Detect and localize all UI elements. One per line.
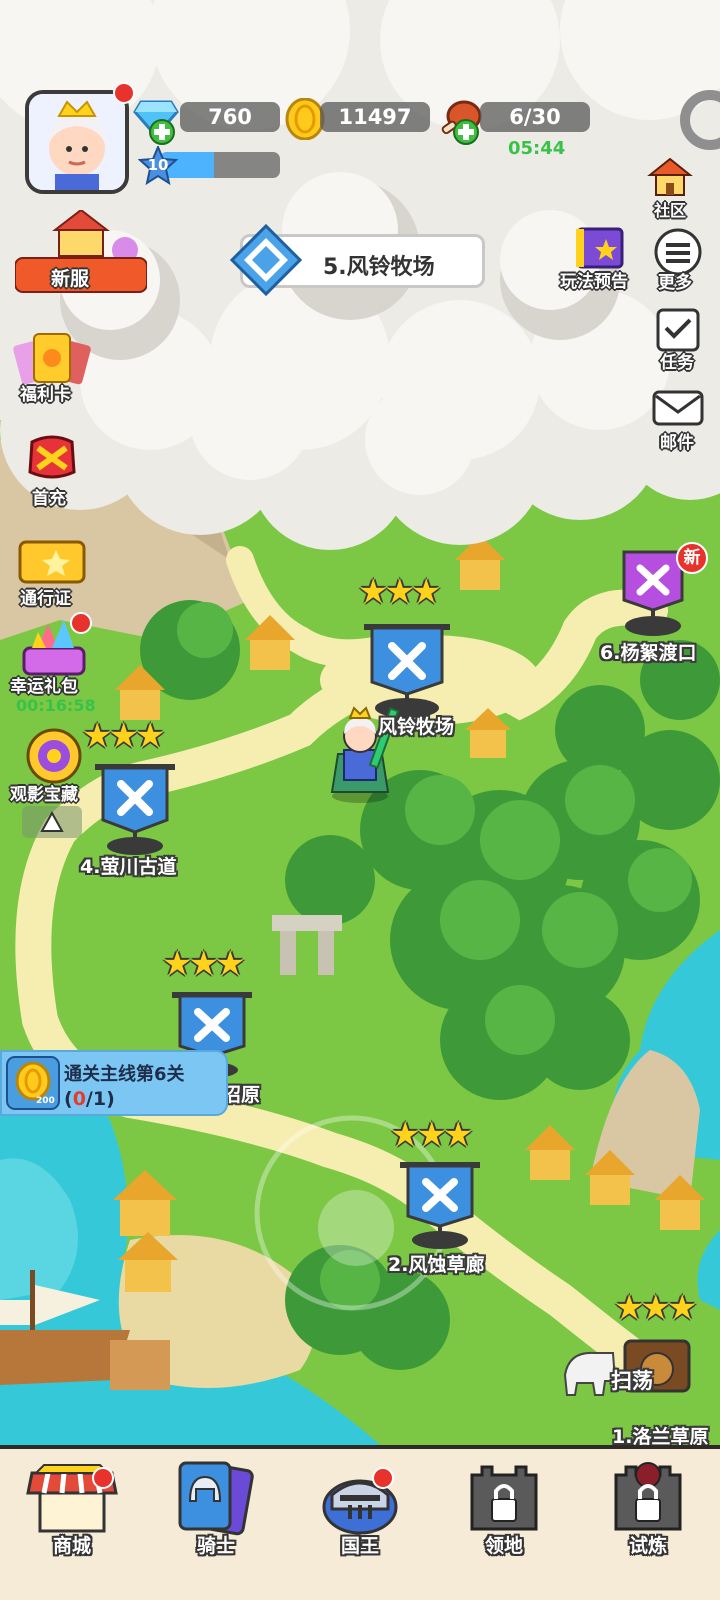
quest-title: 通关主线第6关	[64, 1064, 185, 1085]
main-quest-panel[interactable]: 200 通关主线第6关 (0/1)	[0, 1050, 228, 1116]
more-button[interactable]: 更多	[650, 228, 710, 294]
welfare-card-label: 福利卡	[20, 385, 71, 405]
bottom-navigation: 商城 骑士 国王 领地 试炼	[0, 1445, 720, 1600]
stage-node-1[interactable]: 扫荡	[555, 1335, 700, 1425]
quest-progress: (0/1)	[64, 1088, 115, 1110]
nav-territory[interactable]: 领地	[432, 1449, 576, 1600]
shop-alert-dot	[92, 1467, 114, 1489]
blue-banner-icon	[95, 764, 175, 855]
stage-6-label[interactable]: 6.杨絮渡口	[600, 638, 696, 665]
coins-count: 11497	[320, 102, 430, 132]
new-badge: 新	[676, 542, 708, 574]
level-progress-bar	[160, 152, 280, 178]
nav-king[interactable]: 国王	[288, 1449, 432, 1600]
stamina-count: 6/30	[480, 102, 590, 132]
mail-button[interactable]: 邮件	[650, 388, 710, 454]
quest-progress-total: /1)	[85, 1088, 115, 1110]
level-badge: 10	[138, 146, 178, 186]
new-server-label: 新服	[51, 268, 90, 290]
nav-trial[interactable]: 试炼	[576, 1449, 720, 1600]
player-avatar[interactable]	[25, 90, 129, 194]
nav-shop-label: 商城	[52, 1535, 91, 1557]
bow-gift-icon	[28, 435, 76, 479]
collapse-menu-button[interactable]	[22, 806, 82, 838]
blue-banner-icon	[400, 1162, 480, 1249]
checklist-icon	[656, 308, 700, 352]
stage-3-stars: ★★★	[162, 944, 245, 984]
envelope-icon	[652, 390, 704, 426]
tasks-button[interactable]: 任务	[650, 306, 710, 373]
pass-label: 通行证	[20, 589, 71, 609]
ticket-icon	[18, 540, 86, 584]
lucky-gift-alert-dot	[70, 612, 92, 634]
king-helmet-icon	[322, 1479, 398, 1535]
level-number: 10	[147, 156, 169, 174]
locked-skull-tower-icon	[614, 1462, 682, 1531]
triangle-up-icon	[40, 810, 64, 832]
stage-diamond-icon	[229, 223, 303, 300]
nav-shop[interactable]: 商城	[0, 1449, 144, 1600]
king-alert-dot	[372, 1467, 394, 1489]
sweep-label[interactable]: 扫荡	[611, 1365, 653, 1395]
house-icon	[647, 157, 693, 196]
quest-progress-current: 0	[72, 1088, 86, 1110]
avatar-alert-dot	[113, 82, 135, 104]
community-button[interactable]: 社区	[640, 155, 700, 221]
pass-button[interactable]: 通行证	[12, 536, 92, 611]
quest-reward-amount: 200	[36, 1096, 55, 1106]
first-recharge-label: 首充	[32, 489, 66, 509]
welfare-card-button[interactable]: 福利卡	[12, 330, 92, 405]
stamina-timer: 05:44	[508, 138, 566, 159]
nav-king-label: 国王	[340, 1535, 379, 1557]
stage-title-text: 5.风铃牧场	[323, 255, 435, 280]
lucky-gift-label: 幸运礼包	[10, 677, 78, 697]
quest-progress-open: (	[64, 1088, 73, 1110]
add-stamina-icon[interactable]	[452, 118, 480, 150]
tasks-label: 任务	[660, 353, 694, 373]
stage-node-2[interactable]	[400, 1160, 480, 1252]
more-label: 更多	[658, 273, 692, 293]
gameplay-preview-button[interactable]: 玩法预告	[560, 225, 638, 293]
stage-1-stars: ★★★	[614, 1288, 697, 1328]
gameplay-preview-label: 玩法预告	[560, 272, 628, 292]
stage-4-label[interactable]: 4.萤川古道	[80, 852, 176, 879]
lucky-gift-button[interactable]: 幸运礼包 00:16:58	[8, 612, 100, 718]
nav-knights-label: 骑士	[196, 1535, 235, 1557]
new-server-event-button[interactable]: 新服	[14, 208, 148, 295]
coin-icon	[285, 97, 325, 144]
locked-castle-icon	[470, 1465, 538, 1531]
king-portrait-icon	[29, 94, 125, 190]
video-treasure-label: 观影宝藏	[10, 785, 78, 805]
stage-4-stars: ★★★	[82, 716, 165, 756]
scroll-book-icon	[576, 227, 624, 269]
knight-card-icon	[178, 1461, 254, 1536]
stage-2-label[interactable]: 2.风蚀草廊	[388, 1250, 484, 1277]
mail-label: 邮件	[660, 433, 694, 453]
nav-trial-label: 试炼	[628, 1535, 667, 1557]
stage-5-label[interactable]: 风铃牧场	[378, 712, 454, 739]
stage-node-4[interactable]	[95, 762, 175, 858]
stage-2-stars: ★★★	[390, 1115, 473, 1155]
quest-reward-coin-icon: 200	[6, 1056, 60, 1110]
first-recharge-button[interactable]: 首充	[12, 432, 92, 509]
nav-knights[interactable]: 骑士	[144, 1449, 288, 1600]
nav-territory-label: 领地	[484, 1535, 523, 1557]
stage-5-stars: ★★★	[358, 572, 441, 612]
lucky-gift-timer: 00:16:58	[16, 696, 96, 715]
gems-count: 760	[180, 102, 280, 132]
community-label: 社区	[654, 201, 687, 220]
shop-stall-icon	[26, 1464, 118, 1533]
